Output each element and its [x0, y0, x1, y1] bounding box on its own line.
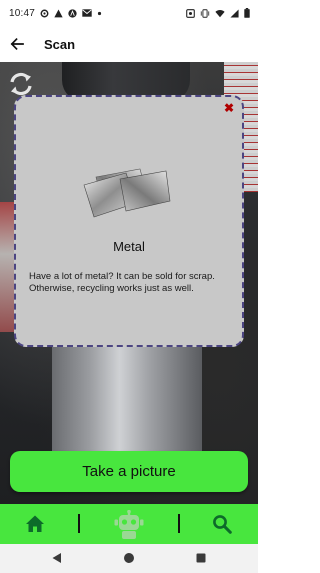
status-time: 10:47 [9, 7, 36, 19]
metal-sheets-image [83, 168, 171, 218]
system-home-icon[interactable] [123, 552, 135, 564]
status-bar-right [186, 8, 250, 18]
nav-divider-left [78, 514, 80, 533]
dot-icon [97, 11, 102, 15]
app-bar: Scan [0, 26, 258, 62]
page-title: Scan [44, 36, 76, 52]
result-modal: ✖ Metal Have a lot of metal? It can be s… [14, 95, 244, 347]
system-nav-bar [0, 544, 258, 573]
material-description: Have a lot of metal? It can be sold for … [29, 271, 215, 294]
close-icon[interactable]: ✖ [222, 101, 236, 115]
material-title: Metal [113, 239, 145, 254]
battery-icon [244, 8, 250, 18]
vibrate-icon [200, 8, 210, 18]
arrow-back-icon [10, 37, 24, 51]
take-picture-button[interactable]: Take a picture [10, 451, 248, 492]
settings-gear-icon [40, 9, 49, 17]
gmail-icon [82, 9, 92, 17]
robot-icon[interactable] [113, 510, 145, 540]
status-bar-left: 10:47 [9, 8, 102, 19]
app-screen: 10:47 Scan ✖ Metal Have a lot of metal? … [0, 0, 258, 573]
autofill-a-icon [68, 8, 77, 18]
nfc-icon [186, 8, 195, 18]
search-icon[interactable] [212, 514, 232, 534]
nav-divider-right [178, 514, 180, 533]
back-button[interactable] [6, 33, 28, 55]
system-recents-icon[interactable] [196, 553, 206, 563]
bottom-nav [0, 504, 258, 544]
home-icon[interactable] [25, 514, 45, 534]
warning-icon [54, 8, 63, 17]
status-bar: 10:47 [0, 0, 258, 26]
signal-icon [230, 8, 239, 18]
wifi-icon [215, 9, 225, 17]
system-back-icon[interactable] [51, 552, 63, 564]
